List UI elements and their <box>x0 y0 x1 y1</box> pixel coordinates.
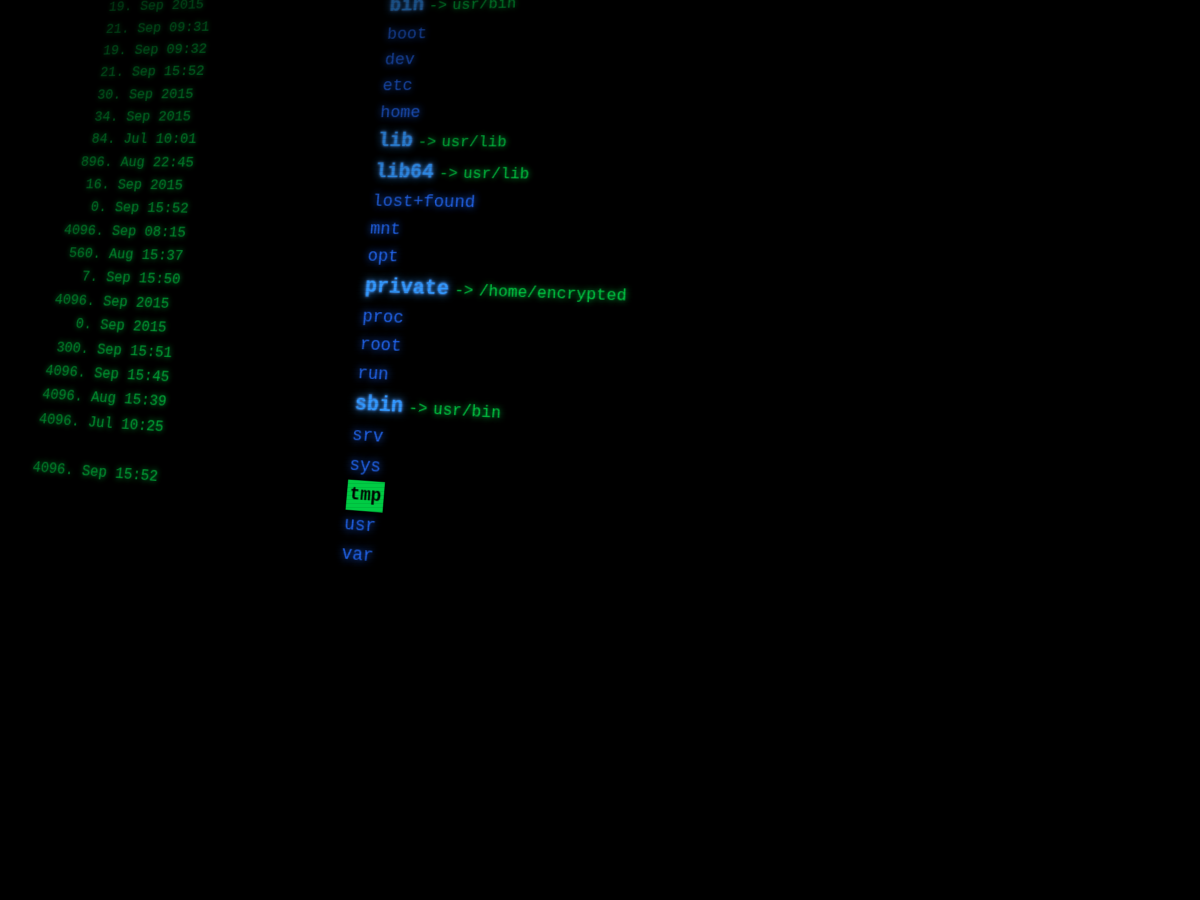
terminal-content: 19. Sep 15:53 19. Sep 2015 21. Sep 09:31… <box>0 0 1200 701</box>
terminal-window: 19. Sep 15:53 19. Sep 2015 21. Sep 09:31… <box>0 0 1200 900</box>
list-item: home <box>379 95 1081 127</box>
date-column: 19. Sep 15:53 19. Sep 2015 21. Sep 09:31… <box>0 0 393 595</box>
ls-output: 19. Sep 15:53 19. Sep 2015 21. Sep 09:31… <box>0 0 1200 701</box>
list-item: lib -> usr/lib <box>376 125 1082 161</box>
filename-column: bin -> usr/bin boot dev etc home lib <box>338 0 1091 669</box>
